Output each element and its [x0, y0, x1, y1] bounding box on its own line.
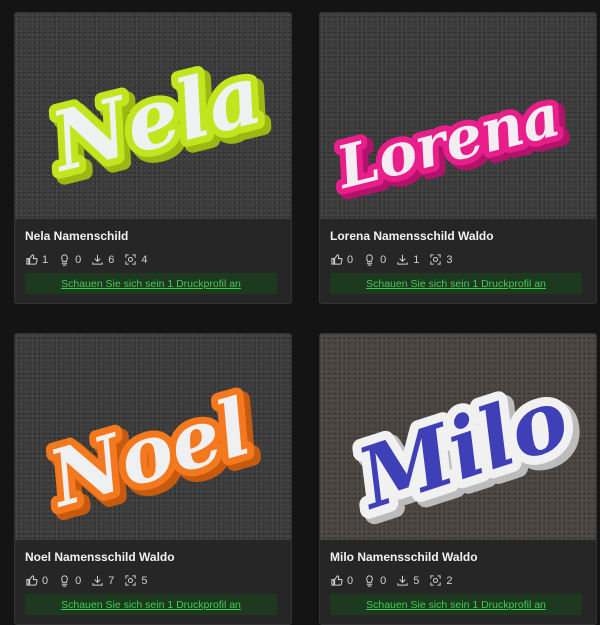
- makes-count: 2: [446, 574, 453, 587]
- likes-count: 0: [347, 253, 354, 266]
- likes-count: 1: [42, 253, 49, 266]
- svg-text:Lorena: Lorena: [329, 81, 567, 202]
- model-thumbnail[interactable]: Milo Milo Milo: [320, 334, 596, 540]
- name-tag-image: Nela Nela Nela: [33, 39, 285, 204]
- model-thumbnail[interactable]: Lorena Lorena Lorena: [320, 13, 596, 219]
- makes-count: 3: [446, 253, 453, 266]
- print-profile-icon: [61, 254, 68, 266]
- makes-count: 5: [141, 574, 148, 587]
- prints-count: 0: [75, 574, 82, 587]
- downloads-count: 6: [108, 253, 115, 266]
- downloads-stat: 1: [396, 253, 419, 266]
- name-tag-image: Noel Noel Noel: [30, 375, 273, 539]
- makes-stat: 2: [429, 574, 453, 587]
- downloads-stat: 6: [91, 253, 114, 266]
- likes-stat[interactable]: 1: [25, 253, 48, 266]
- prints-count: 0: [75, 253, 82, 266]
- makes-count: 4: [141, 253, 148, 266]
- likes-stat[interactable]: 0: [330, 253, 353, 266]
- makes-stat: 5: [124, 574, 148, 587]
- scan-face-icon: [430, 575, 442, 586]
- print-profile-icon: [61, 575, 68, 587]
- likes-stat[interactable]: 0: [330, 574, 353, 587]
- downloads-stat: 7: [91, 574, 114, 587]
- prints-stat: 0: [363, 574, 386, 587]
- model-card[interactable]: Milo Milo Milo Milo Namensschild Waldo 0…: [319, 333, 597, 625]
- downloads-count: 7: [108, 574, 115, 587]
- model-thumbnail[interactable]: Noel Noel Noel: [15, 334, 291, 540]
- download-icon: [92, 575, 103, 586]
- stats-row: 0 0 1 3: [330, 253, 463, 266]
- thumbs-up-icon: [331, 575, 343, 586]
- downloads-stat: 5: [396, 574, 419, 587]
- prints-stat: 0: [363, 253, 386, 266]
- likes-stat[interactable]: 0: [25, 574, 48, 587]
- stats-row: 1 0 6 4: [25, 253, 158, 266]
- print-profile-link[interactable]: Schauen Sie sich sein 1 Druckprofil an: [330, 273, 582, 294]
- scan-face-icon: [125, 254, 137, 265]
- downloads-count: 5: [413, 574, 420, 587]
- name-tag-image: Milo Milo Milo: [335, 359, 596, 540]
- model-title[interactable]: Noel Namensschild Waldo: [25, 550, 175, 564]
- prints-stat: 0: [58, 253, 81, 266]
- prints-count: 0: [380, 574, 387, 587]
- scan-face-icon: [430, 254, 442, 265]
- prints-count: 0: [380, 253, 387, 266]
- download-icon: [92, 254, 103, 265]
- print-profile-link[interactable]: Schauen Sie sich sein 1 Druckprofil an: [330, 594, 582, 615]
- model-title[interactable]: Milo Namensschild Waldo: [330, 550, 478, 564]
- model-title[interactable]: Nela Namenschild: [25, 229, 128, 243]
- model-card[interactable]: Nela Nela Nela Nela Namenschild 1 0 6 4 …: [14, 12, 292, 304]
- model-title[interactable]: Lorena Namensschild Waldo: [330, 229, 494, 243]
- model-thumbnail[interactable]: Nela Nela Nela: [15, 13, 291, 219]
- prints-stat: 0: [58, 574, 81, 587]
- downloads-count: 1: [413, 253, 420, 266]
- thumbs-up-icon: [26, 254, 38, 265]
- likes-count: 0: [347, 574, 354, 587]
- download-icon: [397, 575, 408, 586]
- print-profile-link[interactable]: Schauen Sie sich sein 1 Druckprofil an: [25, 273, 277, 294]
- thumbs-up-icon: [26, 575, 38, 586]
- model-card[interactable]: Lorena Lorena Lorena Lorena Namensschild…: [319, 12, 597, 304]
- print-profile-icon: [366, 254, 373, 266]
- download-icon: [397, 254, 408, 265]
- makes-stat: 3: [429, 253, 453, 266]
- scan-face-icon: [125, 575, 137, 586]
- print-profile-icon: [366, 575, 373, 587]
- likes-count: 0: [42, 574, 49, 587]
- print-profile-link[interactable]: Schauen Sie sich sein 1 Druckprofil an: [25, 594, 277, 615]
- thumbs-up-icon: [331, 254, 343, 265]
- stats-row: 0 0 7 5: [25, 574, 158, 587]
- name-tag-image: Lorena Lorena Lorena: [323, 75, 579, 213]
- model-card[interactable]: Noel Noel Noel Noel Namensschild Waldo 0…: [14, 333, 292, 625]
- makes-stat: 4: [124, 253, 148, 266]
- stats-row: 0 0 5 2: [330, 574, 463, 587]
